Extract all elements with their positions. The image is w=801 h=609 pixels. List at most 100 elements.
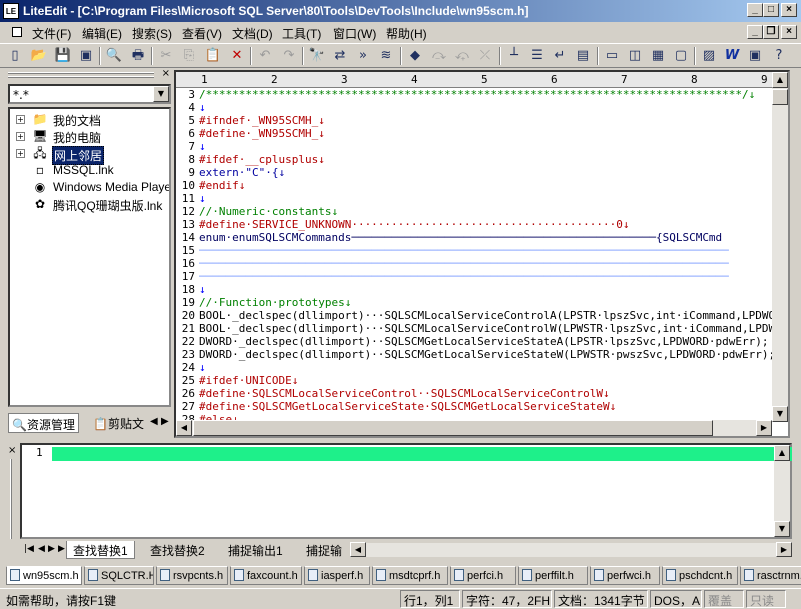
output-scrollbar[interactable]: ▲ ▼ (774, 445, 790, 537)
file-tab[interactable]: iasperf.h (304, 566, 370, 585)
expand-icon[interactable]: + (16, 115, 25, 124)
chevron-down-icon[interactable]: ▼ (153, 86, 169, 102)
code-line[interactable]: //·Numeric·constants↓ (199, 205, 788, 218)
document-menu-icon[interactable] (12, 27, 22, 37)
code-line[interactable]: #ifndef·_WN95SCMH_↓ (199, 114, 788, 127)
word-wrap-icon[interactable]: ↵ (551, 47, 569, 65)
explorer-close-icon[interactable]: × (162, 68, 170, 79)
output-hscrollbar[interactable]: ◀ ▶ (350, 542, 792, 557)
code-line[interactable]: enum·enumSQLSCMCommands─────────────────… (199, 231, 788, 244)
vertical-scrollbar[interactable]: ▲ ▼ (772, 72, 788, 422)
horizontal-scrollbar[interactable]: ◀ ▶ (176, 420, 772, 436)
tab-next-icon[interactable]: ▶ (48, 544, 55, 554)
maximize-button[interactable]: □ (763, 3, 779, 17)
file-tab[interactable]: faxcount.h (230, 566, 302, 585)
whitespace-icon[interactable]: ▤ (574, 47, 592, 65)
word-icon[interactable]: W (723, 47, 741, 65)
tab-clipboard[interactable]: 📋剪贴文 (90, 413, 146, 433)
scroll-down-icon[interactable]: ▼ (772, 406, 788, 422)
bookmark-clear-icon[interactable]: ⤫ (476, 47, 494, 65)
code-line[interactable]: ↓ (199, 283, 788, 296)
close-button[interactable]: × (781, 3, 797, 17)
tab-scroll-left-icon[interactable]: ◀ (150, 416, 158, 427)
tab-first-icon[interactable]: |◀ (24, 544, 34, 554)
code-line[interactable]: #define·SQLSCMGetLocalServiceState·SQLSC… (199, 400, 788, 413)
cut-icon[interactable]: ✂ (157, 47, 175, 65)
find-in-files-icon[interactable]: ≋ (377, 47, 395, 65)
window-list-icon[interactable]: ▦ (649, 47, 667, 65)
code-line[interactable]: #ifdef·UNICODE↓ (199, 374, 788, 387)
file-tab[interactable]: msdtcprf.h (372, 566, 448, 585)
file-tab[interactable]: rsvpcnts.h (156, 566, 228, 585)
menu-window[interactable]: 窗口(W) (333, 25, 376, 42)
tab-prev-icon[interactable]: ◀ (38, 544, 45, 554)
print-icon[interactable]: 🖶 (129, 47, 147, 65)
code-line[interactable]: DWORD·_declspec(dllimport)··SQLSCMGetLoc… (199, 335, 788, 348)
help-icon[interactable]: ? (770, 47, 788, 65)
doc-close-button[interactable]: × (781, 25, 797, 39)
tab-find-replace-1[interactable]: 查找替换1 (66, 541, 135, 559)
scroll-down-icon[interactable]: ▼ (774, 521, 790, 537)
scroll-right-icon[interactable]: ▶ (756, 420, 772, 436)
code-line[interactable]: BOOL·_declspec(dllimport)···SQLSCMLocalS… (199, 322, 788, 335)
menu-tools[interactable]: 工具(T) (282, 25, 321, 42)
split-horizontal-icon[interactable]: ▭ (603, 47, 621, 65)
print-preview-icon[interactable]: 🔍 (105, 47, 123, 65)
menu-search[interactable]: 搜索(S) (132, 25, 172, 42)
menu-edit[interactable]: 编辑(E) (82, 25, 122, 42)
pane-grip[interactable] (8, 76, 154, 78)
scroll-left-icon[interactable]: ◀ (350, 542, 366, 557)
code-line[interactable]: ────────────────────────────────────────… (199, 257, 788, 270)
scroll-up-icon[interactable]: ▲ (772, 72, 788, 88)
file-tab[interactable]: pschdcnt.h (662, 566, 738, 585)
scroll-right-icon[interactable]: ▶ (776, 542, 792, 557)
options-icon[interactable]: ▣ (746, 47, 764, 65)
code-editor[interactable]: 1 2 3 4 5 6 7 8 9 3 /********************… (174, 70, 790, 438)
file-tab[interactable]: perfci.h (450, 566, 516, 585)
code-line[interactable]: extern·"C"·{↓ (199, 166, 788, 179)
doc-minimize-button[interactable]: _ (747, 25, 763, 39)
expand-icon[interactable]: + (16, 132, 25, 141)
menu-document[interactable]: 文档(D) (232, 25, 273, 42)
bookmark-prev-icon[interactable]: ⤽ (453, 47, 471, 65)
tab-find-replace-2[interactable]: 查找替换2 (144, 541, 211, 559)
copy-icon[interactable]: ⎘ (180, 47, 198, 65)
line-numbers-icon[interactable]: ☰ (528, 47, 546, 65)
code-line[interactable]: #define·_WN95SCMH_↓ (199, 127, 788, 140)
code-line[interactable]: BOOL·_declspec(dllimport)···SQLSCMLocalS… (199, 309, 788, 322)
code-line[interactable]: ↓ (199, 361, 788, 374)
paste-icon[interactable]: 📋 (204, 47, 222, 65)
split-vertical-icon[interactable]: ◫ (626, 47, 644, 65)
tab-capture-output-1[interactable]: 捕捉输出1 (222, 541, 289, 559)
find-replace-icon[interactable]: ⇄ (331, 47, 349, 65)
tab-explorer[interactable]: 🔍资源管理 (8, 413, 79, 433)
file-tab[interactable]: SQLCTR.H (84, 566, 154, 585)
code-line[interactable]: #define·SERVICE_UNKNOWN·················… (199, 218, 788, 231)
code-line[interactable]: ────────────────────────────────────────… (199, 244, 788, 257)
delete-icon[interactable]: ✕ (228, 47, 246, 65)
find-next-icon[interactable]: » (354, 47, 372, 65)
bookmark-next-icon[interactable]: ⤼ (430, 47, 448, 65)
pane-grip[interactable] (8, 72, 154, 74)
output-body[interactable]: 1 ▲ ▼ (20, 443, 792, 539)
output-panel-icon[interactable]: ▨ (700, 47, 718, 65)
redo-icon[interactable]: ↷ (280, 47, 298, 65)
minimize-button[interactable]: _ (747, 3, 763, 17)
scroll-left-icon[interactable]: ◀ (176, 420, 192, 436)
undo-icon[interactable]: ↶ (256, 47, 274, 65)
new-file-icon[interactable]: ▯ (6, 47, 24, 65)
file-tab[interactable]: perffilt.h (518, 566, 588, 585)
code-line[interactable]: //·Function·prototypes↓ (199, 296, 788, 309)
code-line[interactable]: #define·SQLSCMLocalServiceControl··SQLSC… (199, 387, 788, 400)
menu-help[interactable]: 帮助(H) (386, 25, 427, 42)
tab-capture-output-2[interactable]: 捕捉输 (300, 541, 348, 559)
file-tab[interactable]: rasctrnm.h (740, 566, 801, 585)
code-line[interactable]: ↓ (199, 140, 788, 153)
file-filter-select[interactable]: *.* ▼ (8, 84, 171, 104)
ruler-icon[interactable]: ┴ (505, 47, 523, 65)
code-line[interactable]: DWORD·_declspec(dllimport)··SQLSCMGetLoc… (199, 348, 788, 361)
file-tab[interactable]: wn95scm.h (6, 566, 82, 585)
code-line[interactable]: ────────────────────────────────────────… (199, 270, 788, 283)
scroll-thumb[interactable] (772, 89, 788, 105)
doc-restore-button[interactable]: ❐ (763, 25, 779, 39)
